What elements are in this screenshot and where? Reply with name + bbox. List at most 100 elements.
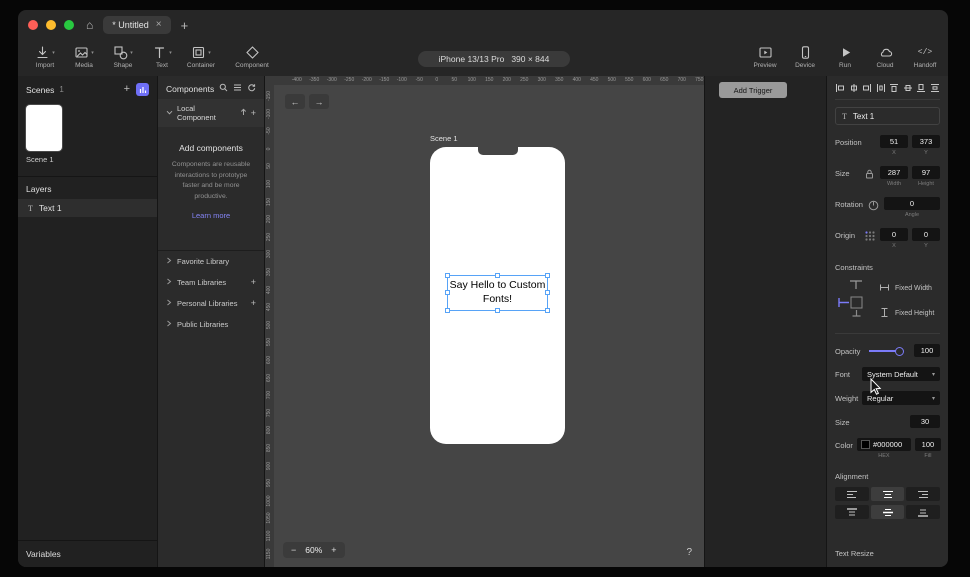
text-valign-middle-button[interactable] [870, 505, 905, 519]
weight-dropdown[interactable]: Regular ▾ [862, 391, 940, 405]
align-bottom-icon[interactable] [916, 83, 926, 93]
forward-button[interactable]: → [309, 94, 329, 109]
learn-more-link[interactable]: Learn more [166, 211, 256, 220]
color-swatch[interactable] [860, 440, 870, 449]
layer-name-field[interactable]: T Text 1 [835, 107, 940, 125]
variables-section-header[interactable]: Variables [18, 540, 157, 567]
distribute-horizontal-icon[interactable] [876, 83, 886, 93]
text-align-center-button[interactable] [870, 487, 905, 501]
origin-y-input[interactable]: 0 [912, 228, 940, 241]
zoom-window-button[interactable] [64, 20, 74, 30]
add-library-button[interactable]: + [251, 299, 256, 308]
position-y-input[interactable]: 373 [912, 135, 940, 148]
selection-handle[interactable] [445, 308, 450, 313]
slider-knob[interactable] [895, 346, 904, 356]
tab-close-icon[interactable]: × [156, 20, 162, 30]
font-size-input[interactable]: 30 [910, 415, 940, 428]
artboard[interactable]: Say Hello to Custom Fonts! [430, 147, 565, 444]
add-scene-button[interactable]: + [124, 84, 130, 95]
selection-handle[interactable] [494, 308, 500, 313]
angle-input[interactable]: 0 [884, 197, 940, 210]
back-button[interactable]: ← [285, 94, 305, 109]
color-hex-input[interactable]: #000000 [856, 438, 911, 451]
text-align-left-button[interactable] [835, 487, 869, 501]
selection-handle[interactable] [545, 290, 550, 295]
document-tab[interactable]: * Untitled × [103, 16, 171, 34]
align-top-icon[interactable] [889, 83, 899, 93]
add-component-button[interactable]: + [251, 108, 256, 118]
selection-handle[interactable] [545, 308, 550, 313]
font-dropdown[interactable]: System Default ▾ [862, 367, 940, 381]
distribute-vertical-icon[interactable] [930, 83, 940, 93]
add-trigger-button[interactable]: Add Trigger [719, 82, 787, 98]
fill-input[interactable]: 100 [914, 438, 941, 451]
text-valign-top-button[interactable] [835, 505, 869, 519]
width-input[interactable]: 287 [880, 166, 908, 179]
home-icon[interactable]: ⌂ [86, 19, 93, 31]
position-x-input[interactable]: 51 [880, 135, 908, 148]
text-layer-content: Say Hello to Custom Fonts! [449, 279, 546, 305]
library-row-favorite[interactable]: Favorite Library [158, 251, 264, 272]
align-right-icon[interactable] [862, 83, 872, 93]
selection-handle[interactable] [494, 273, 500, 278]
text-button[interactable]: ▾ Text [147, 45, 177, 69]
fixed-width-toggle[interactable]: Fixed Width [879, 282, 940, 295]
text-valign-bottom-button[interactable] [906, 505, 941, 519]
align-middle-vertical-icon[interactable] [903, 83, 913, 93]
search-icon[interactable] [219, 83, 228, 94]
fixed-height-toggle[interactable]: Fixed Height [879, 307, 940, 320]
zoom-in-button[interactable]: + [331, 545, 336, 555]
device-preset-pill[interactable]: iPhone 13/13 Pro 390 × 844 [418, 51, 570, 67]
container-button[interactable]: ▾ Container [186, 45, 216, 69]
selection-handle[interactable] [445, 290, 450, 295]
canvas[interactable]: -400 -350 -300 -250 -200 -150 -100 -50 0 50 100 150… [265, 76, 705, 567]
device-icon [798, 45, 813, 60]
local-component-section[interactable]: Local Component + [158, 99, 264, 127]
origin-grid-icon[interactable] [863, 228, 876, 241]
handoff-button[interactable]: </> Handoff [910, 45, 940, 69]
run-button[interactable]: Run [830, 45, 860, 69]
align-left-icon[interactable] [835, 83, 845, 93]
layer-row-text1[interactable]: T Text 1 [18, 199, 157, 217]
add-library-button[interactable]: + [251, 278, 256, 287]
zoom-out-button[interactable]: − [291, 545, 296, 555]
rotation-dial-icon[interactable] [867, 197, 880, 211]
zoom-controls: − 60% + [283, 542, 345, 558]
align-center-horizontal-icon[interactable] [849, 83, 859, 93]
component-button[interactable]: Component [235, 45, 269, 69]
ruler-number: 1100 [266, 530, 272, 542]
opacity-input[interactable]: 100 [914, 344, 940, 357]
titlebar: ⌂ * Untitled × + [18, 10, 948, 40]
lock-ratio-icon[interactable] [863, 166, 876, 179]
selection-handle[interactable] [545, 273, 550, 278]
preview-button[interactable]: Preview [750, 45, 780, 69]
library-row-team[interactable]: Team Libraries + [158, 272, 264, 293]
constraints-widget[interactable] [835, 277, 879, 321]
sort-icon[interactable] [240, 108, 247, 118]
artboard-label[interactable]: Scene 1 [430, 134, 458, 143]
list-view-icon[interactable] [233, 83, 242, 94]
device-button[interactable]: Device [790, 45, 820, 69]
shape-button[interactable]: ▾ Shape [108, 45, 138, 69]
text-align-right-button[interactable] [906, 487, 941, 501]
media-button[interactable]: ▾ Media [69, 45, 99, 69]
opacity-slider[interactable] [869, 344, 904, 357]
help-button[interactable]: ? [686, 547, 692, 558]
text-layer-element[interactable]: Say Hello to Custom Fonts! [445, 273, 550, 313]
import-button[interactable]: ▾ Import [30, 45, 60, 69]
zoom-level[interactable]: 60% [305, 545, 322, 555]
refresh-icon[interactable] [247, 83, 256, 94]
components-panel: Components Local Component + Add compone… [158, 76, 265, 567]
selection-handle[interactable] [445, 273, 450, 278]
alignment-label: Alignment [835, 472, 869, 481]
library-row-public[interactable]: Public Libraries [158, 314, 264, 335]
minimize-window-button[interactable] [46, 20, 56, 30]
scene-view-toggle[interactable] [136, 83, 149, 96]
origin-x-input[interactable]: 0 [880, 228, 908, 241]
new-tab-button[interactable]: + [181, 19, 189, 32]
close-window-button[interactable] [28, 20, 38, 30]
library-row-personal[interactable]: Personal Libraries + [158, 293, 264, 314]
scene-thumbnail[interactable] [26, 105, 62, 151]
cloud-button[interactable]: Cloud [870, 45, 900, 69]
height-input[interactable]: 97 [912, 166, 940, 179]
